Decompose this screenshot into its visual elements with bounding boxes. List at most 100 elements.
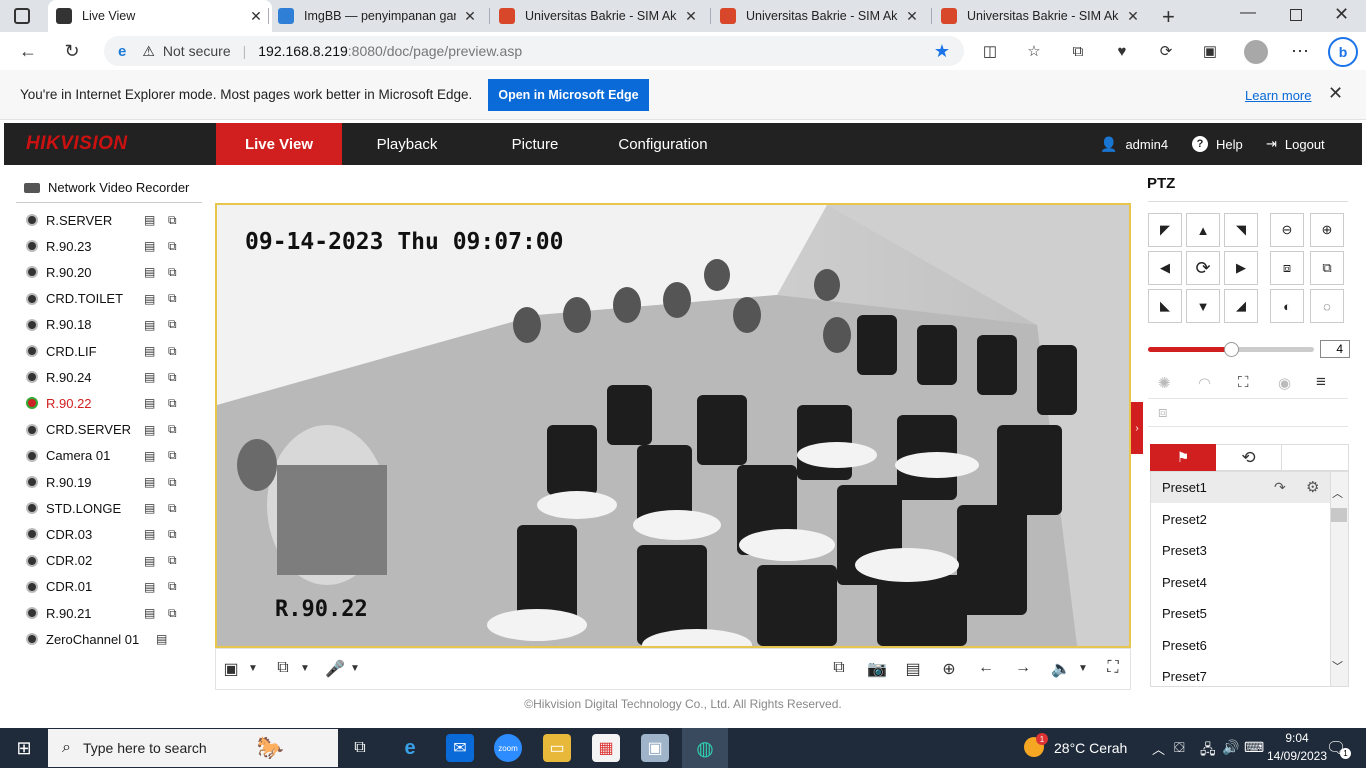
favorites-icon[interactable]: ☆ <box>1020 37 1048 65</box>
tray-app-icon[interactable]: ⛋ <box>1174 739 1185 756</box>
camera-item[interactable]: R.90.22 ▤ ⧉ <box>26 392 190 414</box>
stop-all-icon[interactable]: ⧉ <box>828 659 850 677</box>
preset-tab[interactable]: ⚑ <box>1150 444 1216 471</box>
scroll-up-icon[interactable]: ︿ <box>1332 485 1343 501</box>
nvr-root[interactable]: Network Video Recorder <box>24 180 189 195</box>
speed-value[interactable]: 4 <box>1320 340 1350 358</box>
start-recording-icon[interactable]: ▤ <box>144 265 166 279</box>
stream-icon[interactable]: ⧉ <box>272 659 294 677</box>
camera-item[interactable]: R.90.24 ▤ ⧉ <box>26 366 190 388</box>
preset-item[interactable]: Preset6 <box>1152 630 1332 661</box>
camera-item[interactable]: R.90.18 ▤ ⧉ <box>26 314 190 336</box>
ie-taskbar-icon[interactable]: e <box>396 734 424 762</box>
camera-item[interactable]: R.90.23 ▤ ⧉ <box>26 235 190 257</box>
minimize-icon[interactable]: — <box>1240 4 1256 22</box>
browser-tab[interactable]: ImgBB — penyimpanan gamb ✕ <box>270 0 486 32</box>
tab-close-icon[interactable]: ✕ <box>904 8 920 25</box>
nav-configuration[interactable]: Configuration <box>598 123 728 165</box>
ptz-collapse-handle[interactable]: › <box>1131 402 1143 454</box>
browser-tab[interactable]: Universitas Bakrie - SIM Akad ✕ <box>491 0 707 32</box>
tray-chevron-icon[interactable]: ︿ <box>1152 739 1165 758</box>
browser-tab[interactable]: Universitas Bakrie - SIM Akad ✕ <box>712 0 928 32</box>
camera-item[interactable]: CDR.03 ▤ ⧉ <box>26 523 190 545</box>
ime-icon[interactable]: ⌨ <box>1244 739 1264 756</box>
volume-dropdown-icon[interactable]: ▼ <box>1072 663 1094 674</box>
camera-item[interactable]: R.SERVER ▤ ⧉ <box>26 209 190 231</box>
start-recording-icon[interactable]: ▤ <box>144 475 166 489</box>
banner-close-icon[interactable]: ✕ <box>1328 83 1343 104</box>
remote-desktop-icon[interactable]: ▣ <box>641 734 669 762</box>
start-recording-icon[interactable]: ▤ <box>144 449 166 463</box>
ptz-up-left-icon[interactable]: ◤ <box>1148 213 1182 247</box>
stream-select-icon[interactable]: ⧉ <box>168 370 190 385</box>
zoom-in-icon[interactable]: ⊕ <box>1310 213 1344 247</box>
preset-item[interactable]: Preset3 <box>1152 535 1332 566</box>
collections-icon[interactable]: ⧉ <box>1064 37 1092 65</box>
camera-item[interactable]: R.90.19 ▤ ⧉ <box>26 471 190 493</box>
windows-start-icon[interactable]: ⊞ <box>10 734 38 762</box>
iris-close-icon[interactable]: ◐ <box>1270 289 1304 323</box>
url-box[interactable]: e ⚠ Not secure | 192.168.8.219:8080/doc/… <box>104 36 964 66</box>
stream-select-icon[interactable]: ⧉ <box>168 422 190 437</box>
stream-select-icon[interactable]: ⧉ <box>168 475 190 490</box>
start-recording-icon[interactable]: ▤ <box>144 292 166 306</box>
iris-open-icon[interactable]: ◌ <box>1310 289 1344 323</box>
ptz-right-icon[interactable]: ▶ <box>1224 251 1258 285</box>
more-ptz-menu-icon[interactable]: ≡ <box>1316 372 1326 392</box>
focus-assist-icon[interactable]: ⛶ <box>1238 374 1249 391</box>
stream-select-icon[interactable]: ⧉ <box>168 579 190 594</box>
logout-link[interactable]: ⇥ Logout <box>1266 123 1325 165</box>
app-icon[interactable]: ▣ <box>1196 37 1224 65</box>
scroll-thumb[interactable] <box>1331 508 1347 522</box>
capture-icon[interactable]: 📷 <box>866 659 888 679</box>
ie-mode-icon[interactable]: e <box>118 43 126 60</box>
more-menu-icon[interactable]: ⋯ <box>1286 37 1314 65</box>
task-view-icon[interactable]: ⧉ <box>346 734 374 762</box>
preset-item[interactable]: Preset1 <box>1152 472 1332 503</box>
start-recording-icon[interactable]: ▤ <box>144 344 166 358</box>
tab-actions-icon[interactable] <box>14 8 30 24</box>
previous-page-icon[interactable]: ← <box>975 659 997 677</box>
camera-item[interactable]: R.90.21 ▤ ⧉ <box>26 602 190 624</box>
preset-item[interactable]: Preset7 <box>1152 661 1332 692</box>
camera-item[interactable]: CDR.02 ▤ ⧉ <box>26 550 190 572</box>
weather-text[interactable]: 28°C Cerah <box>1054 740 1127 756</box>
stream-select-icon[interactable]: ⧉ <box>168 291 190 306</box>
light-icon[interactable]: ✺ <box>1158 374 1171 392</box>
open-in-edge-button[interactable]: Open in Microsoft Edge <box>488 79 649 111</box>
clock-time[interactable]: 9:04 <box>1270 731 1324 745</box>
camera-item[interactable]: R.90.20 ▤ ⧉ <box>26 261 190 283</box>
mail-icon[interactable]: ✉ <box>446 734 474 762</box>
start-recording-icon[interactable]: ▤ <box>144 501 166 515</box>
ptz-down-left-icon[interactable]: ◣ <box>1148 289 1182 323</box>
start-recording-icon[interactable]: ▤ <box>144 370 166 384</box>
camera-item[interactable]: Camera 01 ▤ ⧉ <box>26 445 190 467</box>
extensions-icon[interactable]: ♥ <box>1108 37 1136 65</box>
stream-select-icon[interactable]: ⧉ <box>168 344 190 359</box>
scroll-down-icon[interactable]: ﹀ <box>1332 658 1343 674</box>
volume-icon[interactable]: 🔊 <box>1222 739 1239 756</box>
call-preset-icon[interactable]: ↷ <box>1274 479 1286 496</box>
live-video-window[interactable]: 09-14-2023 Thu 09:07:00 R.90.22 <box>215 203 1131 648</box>
set-preset-gear-icon[interactable]: ⚙ <box>1306 478 1319 496</box>
nav-picture[interactable]: Picture <box>472 123 598 165</box>
start-recording-icon[interactable]: ▤ <box>144 396 166 410</box>
tab-close-icon[interactable]: ✕ <box>1125 8 1141 25</box>
preset-item[interactable]: Preset4 <box>1152 567 1332 598</box>
bing-chat-icon[interactable]: b <box>1328 37 1358 67</box>
window-layout-icon[interactable]: ▣ <box>220 659 242 679</box>
help-link[interactable]: ? Help <box>1192 123 1243 165</box>
speed-slider-thumb[interactable] <box>1224 342 1239 357</box>
stream-select-icon[interactable]: ⧉ <box>168 501 190 516</box>
digital-zoom-icon[interactable]: ⊕ <box>938 659 960 679</box>
start-recording-icon[interactable]: ▤ <box>144 213 166 227</box>
start-recording-icon[interactable]: ▤ <box>144 527 166 541</box>
record-icon[interactable]: ▤ <box>902 659 924 679</box>
learn-more-link[interactable]: Learn more <box>1245 88 1311 103</box>
browser-tab[interactable]: Universitas Bakrie - SIM Akad ✕ <box>933 0 1149 32</box>
start-recording-icon[interactable]: ▤ <box>144 606 166 620</box>
start-recording-icon[interactable]: ▤ <box>144 554 166 568</box>
profile-avatar[interactable] <box>1244 40 1268 64</box>
zoom-app-icon[interactable]: zoom <box>494 734 522 762</box>
ptz-left-icon[interactable]: ◀ <box>1148 251 1182 285</box>
